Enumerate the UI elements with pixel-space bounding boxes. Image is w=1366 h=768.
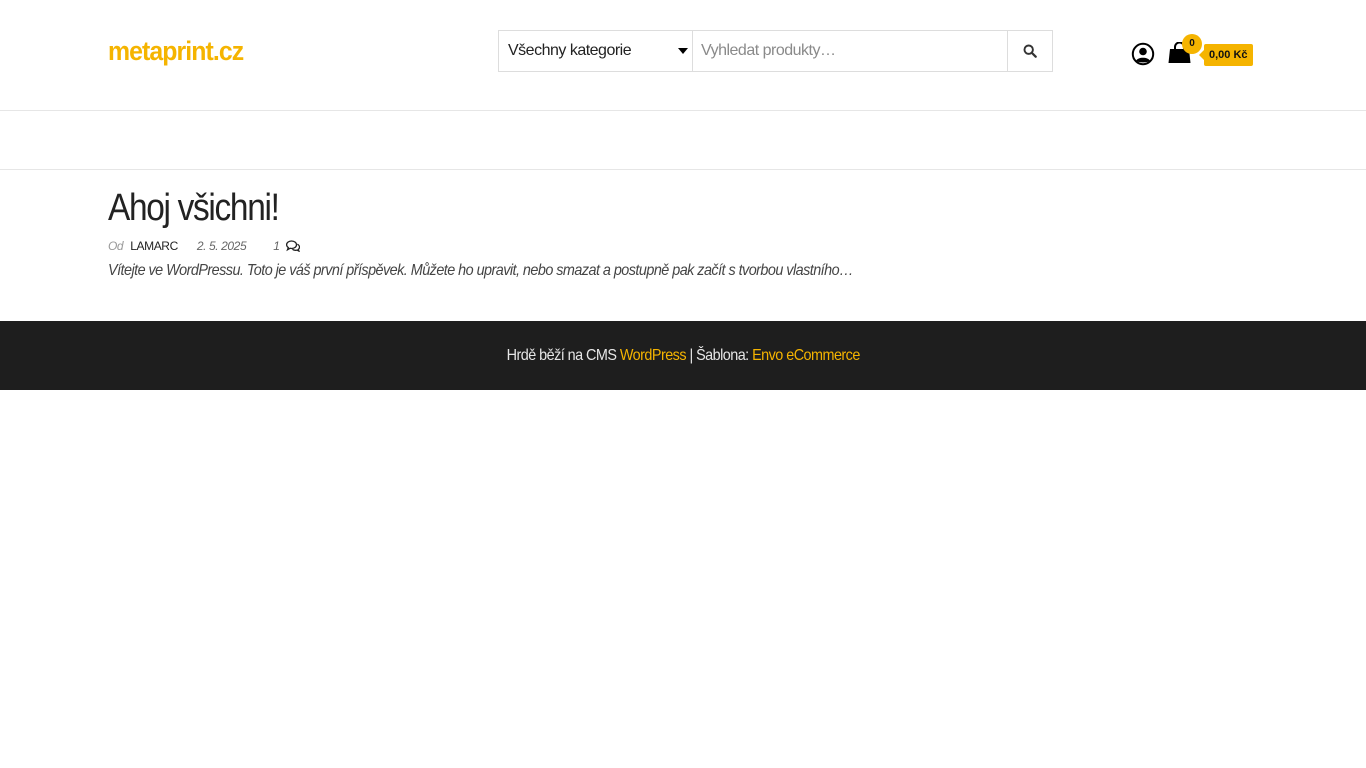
footer-credits: Hrdě běží na CMS WordPress | Šablona: En… [506,346,860,365]
category-select[interactable]: Všechny kategorie [499,31,693,71]
search-input[interactable] [693,31,1007,71]
site-footer: Hrdě běží na CMS WordPress | Šablona: En… [0,321,1366,390]
account-button[interactable] [1131,42,1155,66]
category-select-value: Všechny kategorie [508,42,632,59]
site-title-link[interactable]: metaprint.cz [108,36,244,67]
main-navigation [0,111,1366,170]
cart-total: 0,00 Kč [1199,44,1253,66]
post-comments-count[interactable]: 1 [273,239,280,253]
post-title-link[interactable]: Ahoj všichni! [108,184,1215,232]
footer-text-before: Hrdě běží na CMS [506,346,620,364]
chevron-down-icon [678,48,688,54]
product-search-form: Všechny kategorie [498,30,1053,72]
wordpress-link[interactable]: WordPress [620,347,687,364]
post-article: Ahoj všichni! Od lamarc 2. 5. 2025 1 Vít… [0,170,1366,321]
post-excerpt: Vítejte ve WordPressu. Toto je váš první… [108,262,853,279]
post-author-link[interactable]: lamarc [130,239,178,253]
cart-button[interactable]: 0 0,00 Kč [1168,34,1253,70]
post-by-label: Od [108,239,124,253]
search-icon [1023,44,1037,58]
user-circle-icon [1131,42,1155,66]
comments-icon[interactable] [285,240,300,252]
search-button[interactable] [1007,31,1052,71]
footer-separator: | Šablona: [685,346,752,364]
site-header: metaprint.cz Všechny kategorie 0 0,00 Kč [0,0,1366,111]
theme-link[interactable]: Envo eCommerce [752,347,860,364]
post-date-link[interactable]: 2. 5. 2025 [197,239,247,253]
post-meta: Od lamarc 2. 5. 2025 1 [108,238,1366,254]
